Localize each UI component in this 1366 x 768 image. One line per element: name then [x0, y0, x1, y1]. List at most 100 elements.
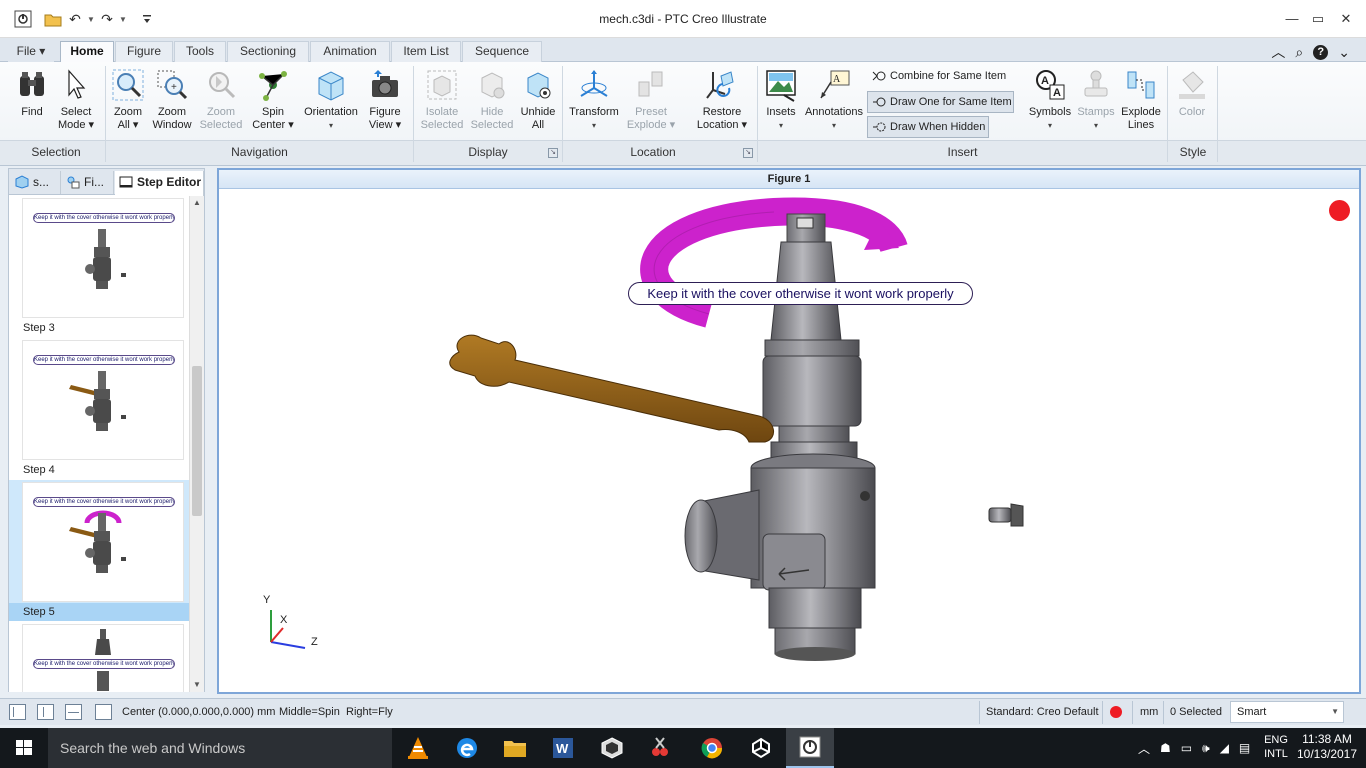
- color-button[interactable]: Color: [1170, 66, 1214, 138]
- zoom-selected-button[interactable]: Zoom Selected: [197, 66, 245, 138]
- zoom-window-icon: +: [157, 70, 188, 100]
- symbols-button[interactable]: AA Symbols ▾: [1026, 66, 1074, 138]
- zoom-all-button[interactable]: Zoom All ▾: [108, 66, 148, 138]
- step-list-scrollbar[interactable]: ▲ ▼: [189, 196, 204, 692]
- maximize-button[interactable]: ▭: [1306, 8, 1330, 30]
- tab-sequence[interactable]: Sequence: [462, 41, 542, 62]
- group-label-display: Display: [468, 145, 508, 159]
- layout-single-icon[interactable]: [9, 704, 26, 720]
- layout-split-horizontal-icon[interactable]: [65, 704, 82, 720]
- input-language[interactable]: ENG INTL: [1259, 728, 1293, 768]
- step-list: Keep it with the cover otherwise it wont…: [9, 196, 189, 692]
- group-label-style: Style: [1179, 145, 1207, 159]
- scroll-up-icon[interactable]: ▲: [190, 196, 204, 210]
- status-units[interactable]: mm: [1140, 706, 1158, 718]
- file-explorer-app-icon[interactable]: [491, 728, 539, 768]
- people-icon[interactable]: ☗: [1160, 741, 1171, 755]
- volume-icon[interactable]: 🕪: [1202, 741, 1210, 756]
- edge-app-icon[interactable]: [443, 728, 491, 768]
- step-thumbnail: Keep it with the cover otherwise it wont…: [22, 624, 184, 692]
- word-app-icon[interactable]: W: [539, 728, 587, 768]
- unhide-all-button[interactable]: Unhide All: [516, 66, 560, 138]
- combine-same-item-option[interactable]: Combine for Same Item: [868, 66, 1014, 88]
- location-dialog-launcher-icon[interactable]: ↘: [743, 148, 753, 158]
- tab-structure[interactable]: s...: [11, 171, 61, 194]
- network-icon[interactable]: ▭: [1181, 741, 1192, 755]
- annotations-icon: A: [820, 70, 850, 99]
- explode-icon: [638, 71, 663, 97]
- svg-text:A: A: [1041, 75, 1049, 87]
- creo-illustrate-app-icon[interactable]: [786, 728, 834, 768]
- hide-selected-button[interactable]: Hide Selected: [468, 66, 516, 138]
- selection-filter-select[interactable]: Smart ▼: [1230, 701, 1344, 723]
- scroll-down-icon[interactable]: ▼: [190, 678, 204, 692]
- figure-view-button[interactable]: Figure View ▾: [362, 66, 408, 138]
- status-right: Right=Fly: [346, 706, 393, 718]
- expand-icon[interactable]: ⌄: [1338, 44, 1350, 61]
- clock[interactable]: 11:38 AM 10/13/2017: [1295, 728, 1359, 768]
- tab-item-list[interactable]: Item List: [391, 41, 461, 62]
- svg-text:A: A: [1053, 87, 1061, 99]
- tab-file[interactable]: File ▾: [8, 41, 54, 62]
- stamp-icon: [1084, 70, 1108, 97]
- tab-figure[interactable]: Figure: [115, 41, 173, 62]
- vlc-app-icon[interactable]: [394, 728, 442, 768]
- stamps-button[interactable]: Stamps ▾: [1074, 66, 1118, 138]
- tab-animation[interactable]: Animation: [310, 41, 390, 62]
- thumbnail-callout: Keep it with the cover otherwise it wont…: [33, 497, 175, 507]
- figure-viewport[interactable]: Figure 1 Keep it with the cover otherwis…: [217, 168, 1361, 694]
- unity-app-icon[interactable]: [588, 728, 636, 768]
- hide-icon: [481, 72, 505, 99]
- svg-text:A: A: [833, 74, 841, 85]
- status-record-icon[interactable]: [1110, 706, 1122, 718]
- tab-step-editor[interactable]: Step Editor: [115, 171, 204, 196]
- start-button[interactable]: [0, 728, 48, 768]
- chrome-app-icon[interactable]: [688, 728, 736, 768]
- tab-sectioning[interactable]: Sectioning: [227, 41, 309, 62]
- isolate-selected-button[interactable]: Isolate Selected: [418, 66, 466, 138]
- orientation-button[interactable]: Orientation ▾: [302, 66, 360, 138]
- draw-when-hidden-option[interactable]: Draw When Hidden: [867, 116, 989, 138]
- layout-full-icon[interactable]: [95, 704, 112, 720]
- thumbnail-callout: Keep it with the cover otherwise it wont…: [33, 659, 175, 669]
- viewport-title: Figure 1: [219, 170, 1359, 189]
- preset-explode-button[interactable]: Preset Explode ▾: [624, 66, 678, 138]
- annotation-callout[interactable]: Keep it with the cover otherwise it wont…: [628, 282, 973, 305]
- close-button[interactable]: ✕: [1334, 8, 1358, 30]
- unity-hub-app-icon[interactable]: [737, 728, 785, 768]
- help-icon[interactable]: ?: [1313, 44, 1329, 60]
- status-standard[interactable]: Standard: Creo Default: [986, 706, 1099, 718]
- tab-figures[interactable]: Fi...: [62, 171, 114, 194]
- window-title: mech.c3di - PTC Creo Illustrate: [599, 12, 767, 26]
- wifi-icon[interactable]: ◢: [1220, 741, 1229, 755]
- minimize-button[interactable]: —: [1280, 8, 1304, 30]
- tab-home[interactable]: Home: [60, 41, 114, 64]
- taskbar-search-input[interactable]: Search the web and Windows: [48, 728, 392, 768]
- zoom-window-button[interactable]: + Zoom Window: [150, 66, 194, 138]
- draw-one-same-item-option[interactable]: Draw One for Same Item: [867, 91, 1014, 113]
- windows-taskbar: Search the web and Windows W ︿ ☗ ▭ 🕪 ◢ ▤…: [0, 728, 1366, 768]
- layout-split-vertical-icon[interactable]: [37, 704, 54, 720]
- title-bar: ↶ ▼ ↷ ▼ mech.c3di - PTC Creo Illustrate …: [0, 0, 1366, 38]
- select-mode-button[interactable]: Select Mode ▾: [54, 66, 98, 138]
- restore-location-button[interactable]: Restore Location ▾: [692, 66, 752, 138]
- unhide-icon: [527, 72, 551, 99]
- find-button[interactable]: Find: [10, 66, 54, 138]
- transform-button[interactable]: Transform ▾: [566, 66, 622, 138]
- status-separator: [1132, 701, 1133, 724]
- scrollbar-thumb[interactable]: [192, 366, 202, 516]
- search-icon[interactable]: ⌕: [1295, 44, 1303, 61]
- annotations-button[interactable]: A Annotations ▾: [804, 66, 864, 138]
- status-selected-count: 0 Selected: [1170, 706, 1222, 718]
- status-center: Center (0.000,0.000,0.000) mm: [122, 706, 276, 718]
- spin-center-button[interactable]: Spin Center ▾: [248, 66, 298, 138]
- collapse-ribbon-icon[interactable]: ︿: [1271, 42, 1285, 62]
- show-hidden-icons-icon[interactable]: ︿: [1138, 740, 1150, 757]
- insets-button[interactable]: Insets ▾: [760, 66, 802, 138]
- explode-lines-button[interactable]: Explode Lines: [1118, 66, 1164, 138]
- tab-tools[interactable]: Tools: [174, 41, 226, 62]
- step-thumbnail: Keep it with the cover otherwise it wont…: [22, 340, 184, 460]
- action-center-icon[interactable]: ▤: [1239, 741, 1250, 755]
- snipping-tool-app-icon[interactable]: [636, 728, 684, 768]
- display-dialog-launcher-icon[interactable]: ↘: [548, 148, 558, 158]
